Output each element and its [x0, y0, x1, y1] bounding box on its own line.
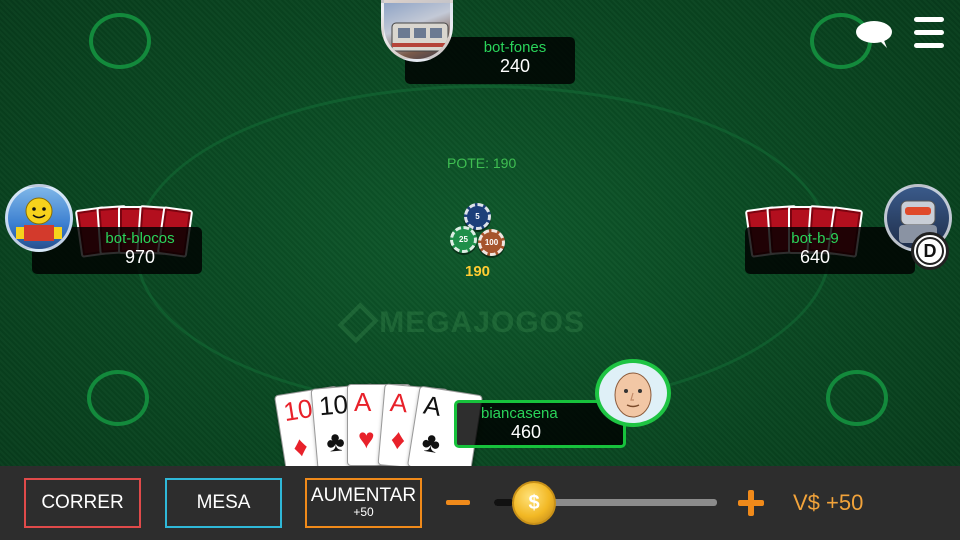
- empty-seat-bottom-left[interactable]: [87, 370, 149, 426]
- card-rank: A: [388, 386, 409, 419]
- chip-100: 100: [478, 229, 505, 256]
- fold-button-label: CORRER: [41, 492, 124, 513]
- fold-button[interactable]: CORRER: [24, 478, 141, 528]
- card-suit: ♣: [419, 425, 443, 460]
- table-button-label: MESA: [196, 492, 251, 513]
- dealer-button: D: [911, 232, 949, 270]
- raise-button-amount: +50: [353, 505, 374, 519]
- table-button[interactable]: MESA: [165, 478, 282, 528]
- lego-figure-avatar-icon[interactable]: [5, 184, 73, 252]
- chip-25: 25: [450, 226, 477, 253]
- card-suit: ♣: [324, 425, 346, 458]
- plus-icon[interactable]: [738, 490, 764, 516]
- hamburger-menu-icon[interactable]: [914, 15, 944, 49]
- empty-seat-top-left[interactable]: [89, 13, 151, 69]
- card-suit: ♦: [389, 423, 407, 456]
- card-suit: ♦: [290, 430, 310, 463]
- megajogos-watermark: MEGAJOGOS: [337, 302, 585, 344]
- bald-man-avatar-icon[interactable]: [595, 359, 671, 427]
- card-rank: A: [354, 387, 372, 417]
- pot-label: POTE: 190: [447, 155, 517, 171]
- card-suit: ♥: [358, 423, 375, 454]
- raise-slider-knob[interactable]: $: [512, 481, 556, 525]
- pot-amount: 190: [465, 263, 491, 280]
- card-rank: 10: [281, 392, 315, 428]
- minus-icon[interactable]: [446, 500, 470, 505]
- player-chips: 640: [799, 247, 831, 267]
- raise-button[interactable]: AUMENTAR +50: [305, 478, 422, 528]
- player-chips: 460: [511, 422, 542, 442]
- card-rank: 10: [317, 388, 350, 422]
- card-rank: A: [421, 389, 444, 422]
- watermark-text: MEGAJOGOS: [379, 306, 585, 339]
- pot-chips: 5 25 100: [446, 200, 510, 260]
- dealer-button-label: D: [916, 237, 944, 265]
- raise-button-label: AUMENTAR: [310, 485, 417, 506]
- empty-seat-bottom-right[interactable]: [826, 370, 888, 426]
- player-chips: 970: [124, 247, 156, 267]
- chat-bubble-icon[interactable]: [855, 20, 893, 50]
- coin-icon: $: [528, 491, 540, 514]
- raise-value: V$ +50: [793, 490, 864, 515]
